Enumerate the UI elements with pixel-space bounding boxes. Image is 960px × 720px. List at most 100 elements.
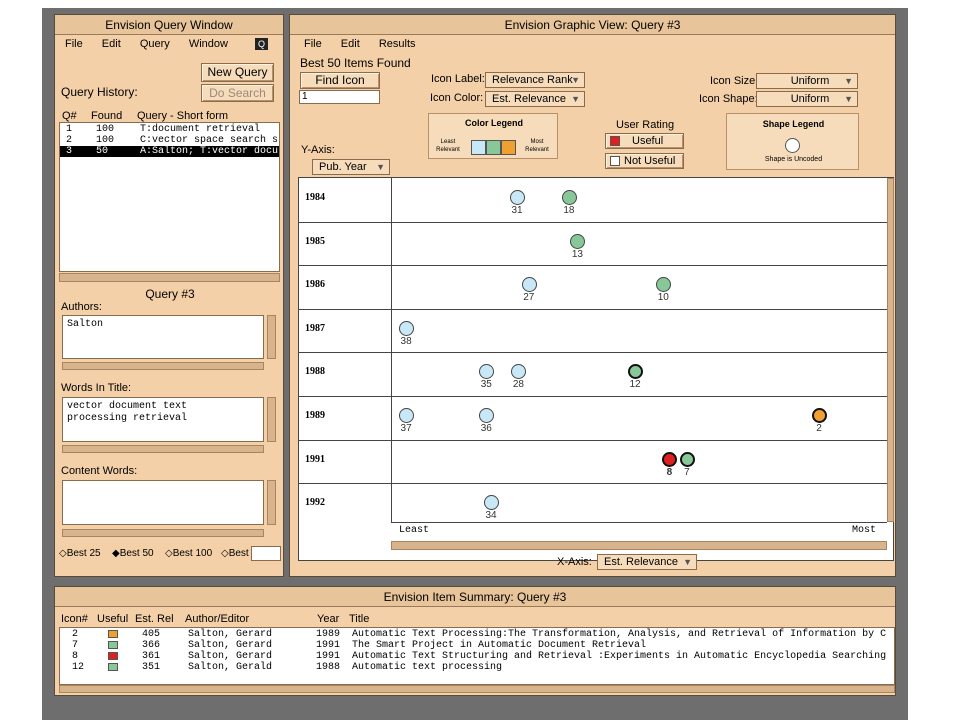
menu-window[interactable]: Window (181, 35, 236, 53)
summary-row[interactable]: 8 361 Salton, Gerard 1991 Automatic Text Str… (60, 651, 894, 662)
history-q: 1 (66, 124, 73, 135)
item-icon[interactable] (521, 277, 537, 293)
content-hscroll[interactable] (62, 529, 264, 537)
item-icon[interactable] (656, 277, 672, 293)
summary-header-icon: Icon# (61, 613, 88, 625)
history-header-query: Query - Short form (137, 110, 229, 122)
year-row-divider (299, 439, 887, 441)
best-25-radio[interactable]: ◇Best 25 (59, 548, 101, 559)
icon-shape-label: Icon Shape: (699, 93, 758, 105)
summary-row[interactable]: 7 366 Salton, Gerard 1991 The Smart Project … (60, 640, 894, 651)
history-found: 50 (96, 146, 109, 157)
summary-header-author: Author/Editor (185, 613, 250, 625)
query-window-title: Envision Query Window (55, 15, 283, 35)
x-axis-label: X-Axis: (557, 556, 592, 568)
authors-field[interactable]: Salton (62, 315, 264, 359)
plot-hscroll[interactable] (391, 541, 887, 550)
item-icon[interactable] (628, 364, 643, 380)
history-row-selected[interactable]: 3 50 A:Salton; T:vector docu (60, 146, 279, 157)
content-words-field[interactable] (62, 480, 264, 525)
icon-size-dropdown[interactable]: Uniform ▼ (756, 73, 858, 89)
summary-header-useful: Useful (97, 613, 129, 625)
best-50-radio[interactable]: ◆Best 50 (112, 548, 154, 559)
item-rank-label: 36 (480, 423, 492, 434)
color-legend-swatch-mid (486, 140, 501, 155)
useful-swatch (108, 652, 118, 660)
summary-list[interactable]: 2 405 Salton, Gerard 1989 Automatic Text Pro… (59, 627, 895, 685)
content-vscroll[interactable] (267, 480, 276, 525)
item-rank-label: 34 (485, 510, 497, 522)
history-row[interactable]: 2 100 C:vector space search s (60, 135, 279, 146)
chevron-down-icon: ▼ (844, 94, 853, 104)
summary-row[interactable]: 12 351 Salton, Gerald 1988 Automatic text pr… (60, 662, 894, 673)
chevron-down-icon: ▼ (571, 75, 580, 85)
item-icon[interactable] (484, 495, 500, 511)
y-axis-label: Y-Axis: (301, 144, 335, 156)
do-search-button[interactable]: Do Search (201, 84, 274, 102)
item-icon[interactable] (561, 190, 577, 205)
best-100-radio[interactable]: ◇Best 100 (165, 548, 212, 559)
item-icon[interactable] (570, 233, 586, 249)
find-icon-button[interactable]: Find Icon (300, 72, 380, 89)
history-text: C:vector space search s (140, 135, 279, 146)
year-label: 1985 (305, 235, 325, 247)
item-summary-title: Envision Item Summary: Query #3 (55, 587, 895, 607)
authors-vscroll[interactable] (267, 315, 276, 359)
item-icon[interactable] (511, 364, 527, 380)
menu-edit[interactable]: Edit (333, 35, 368, 53)
authors-label: Authors: (61, 301, 102, 313)
summary-hscroll[interactable] (59, 685, 895, 693)
new-query-button[interactable]: New Query (201, 63, 274, 82)
summary-author: Salton, Gerald (188, 662, 273, 673)
query-history-list[interactable]: 1 100 T:document retrieval 2 100 C:vecto… (59, 122, 280, 272)
icon-shape-dropdown[interactable]: Uniform ▼ (756, 91, 858, 107)
not-useful-button[interactable]: Not Useful (605, 153, 684, 169)
useful-button[interactable]: Useful (605, 133, 684, 149)
icon-color-value: Est. Relevance (492, 93, 566, 105)
x-axis-dropdown[interactable]: Est. Relevance ▼ (597, 554, 697, 570)
item-icon[interactable] (399, 408, 415, 423)
item-icon[interactable] (479, 408, 495, 423)
useful-swatch (610, 136, 620, 147)
item-rank-label: 10 (657, 292, 669, 304)
y-axis-dropdown[interactable]: Pub. Year ▼ (312, 159, 390, 175)
menu-file[interactable]: File (57, 35, 91, 53)
item-icon[interactable] (510, 190, 525, 205)
useful-swatch (108, 630, 118, 638)
icon-label-dropdown[interactable]: Relevance Rank ▼ (485, 72, 585, 88)
best-n-field[interactable] (251, 546, 281, 561)
words-vscroll[interactable] (267, 397, 276, 442)
item-icon[interactable] (662, 451, 678, 467)
chevron-down-icon: ▼ (844, 76, 853, 86)
words-hscroll[interactable] (62, 445, 264, 453)
summary-year: 1991 (316, 651, 341, 662)
useful-swatch (108, 663, 118, 671)
item-icon[interactable] (812, 408, 828, 423)
graphic-menubar: File Edit Results (296, 35, 895, 53)
menu-file[interactable]: File (296, 35, 330, 53)
summary-header-title: Title (349, 613, 370, 625)
x-axis-value: Est. Relevance (604, 556, 678, 568)
useful-label: Useful (632, 135, 664, 147)
item-icon[interactable] (399, 320, 415, 336)
authors-hscroll[interactable] (62, 362, 264, 370)
history-scrollbar[interactable] (59, 273, 280, 282)
x-axis-line (391, 522, 887, 523)
item-icon[interactable] (679, 451, 695, 467)
menu-query[interactable]: Query (132, 35, 178, 53)
find-icon-field[interactable]: 1 (299, 90, 380, 104)
item-icon[interactable] (479, 364, 495, 380)
icon-color-dropdown[interactable]: Est. Relevance ▼ (485, 91, 585, 107)
circle-shape-icon (785, 138, 800, 153)
menu-edit[interactable]: Edit (94, 35, 129, 53)
best-n-radio[interactable]: ◇Best (221, 548, 249, 559)
item-rank-label: 18 (563, 205, 575, 216)
menu-results[interactable]: Results (371, 35, 424, 53)
history-row[interactable]: 1 100 T:document retrieval (60, 124, 279, 135)
history-text: A:Salton; T:vector docu (140, 146, 279, 157)
summary-row[interactable]: 2 405 Salton, Gerard 1989 Automatic Text Pro… (60, 629, 894, 640)
words-in-title-field[interactable]: vector document text processing retrieva… (62, 397, 264, 442)
plot-vscroll[interactable] (887, 178, 894, 522)
best-n-label: Best (228, 548, 249, 559)
query-menu-icon[interactable]: Q (255, 38, 268, 50)
